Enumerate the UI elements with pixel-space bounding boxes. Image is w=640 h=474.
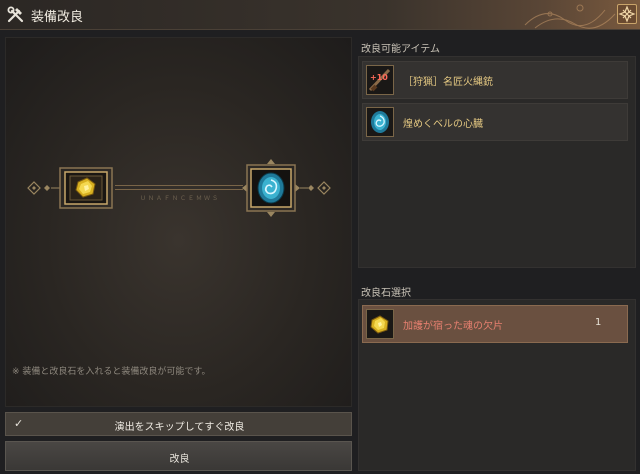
stone-thumbnail <box>366 309 394 339</box>
window-title: 装備改良 <box>31 10 84 25</box>
title-ornament <box>524 4 616 29</box>
refine-hint: ※ 装備と改良石を入れると装備改良が可能です。 <box>12 367 211 377</box>
item-thumbnail <box>366 107 394 137</box>
route-caption: ＵＮＡＦＮＣＥＭＷＳ <box>140 195 221 202</box>
skip-animation-toggle[interactable]: ✓ 演出をスキップしてすぐ改良 <box>5 412 352 436</box>
blue-spiral-stone-icon <box>371 111 389 133</box>
left-end-ornament <box>27 181 60 195</box>
blue-spiral-stone-icon <box>257 172 285 204</box>
refine-stage-panel <box>5 37 352 407</box>
item-name: ［狩猟］名匠火縄銃 <box>403 77 493 88</box>
refine-button-label: 改良 <box>169 454 190 465</box>
item-thumbnail: +10 <box>366 65 394 95</box>
refine-route-line <box>115 185 243 190</box>
gold-stone-icon <box>370 315 389 334</box>
equipment-slot[interactable] <box>57 165 115 211</box>
stone-count: 1 <box>595 317 602 328</box>
enhance-level-badge: +10 <box>370 73 388 82</box>
stone-row-soul-fragment[interactable]: 加護が宿った魂の欠片 1 <box>362 305 628 343</box>
close-icon <box>618 5 636 23</box>
skip-animation-label: 演出をスキップしてすぐ改良 <box>114 422 245 433</box>
crossed-tools-icon <box>7 6 24 23</box>
title-bar: 装備改良 <box>0 0 640 30</box>
refine-button[interactable]: 改良 <box>5 441 352 471</box>
stone-slot[interactable] <box>241 158 301 218</box>
refinable-items-title: 改良可能アイテム <box>361 44 440 55</box>
item-row-rifle[interactable]: +10 ［狩猟］名匠火縄銃 <box>362 61 628 99</box>
right-end-ornament <box>300 181 331 195</box>
item-row-bell-heart[interactable]: 煌めくベルの心臓 <box>362 103 628 141</box>
close-button[interactable] <box>617 4 637 24</box>
stone-select-title: 改良石選択 <box>361 288 411 299</box>
item-name: 煌めくベルの心臓 <box>403 119 483 130</box>
stone-name: 加護が宿った魂の欠片 <box>403 321 503 332</box>
